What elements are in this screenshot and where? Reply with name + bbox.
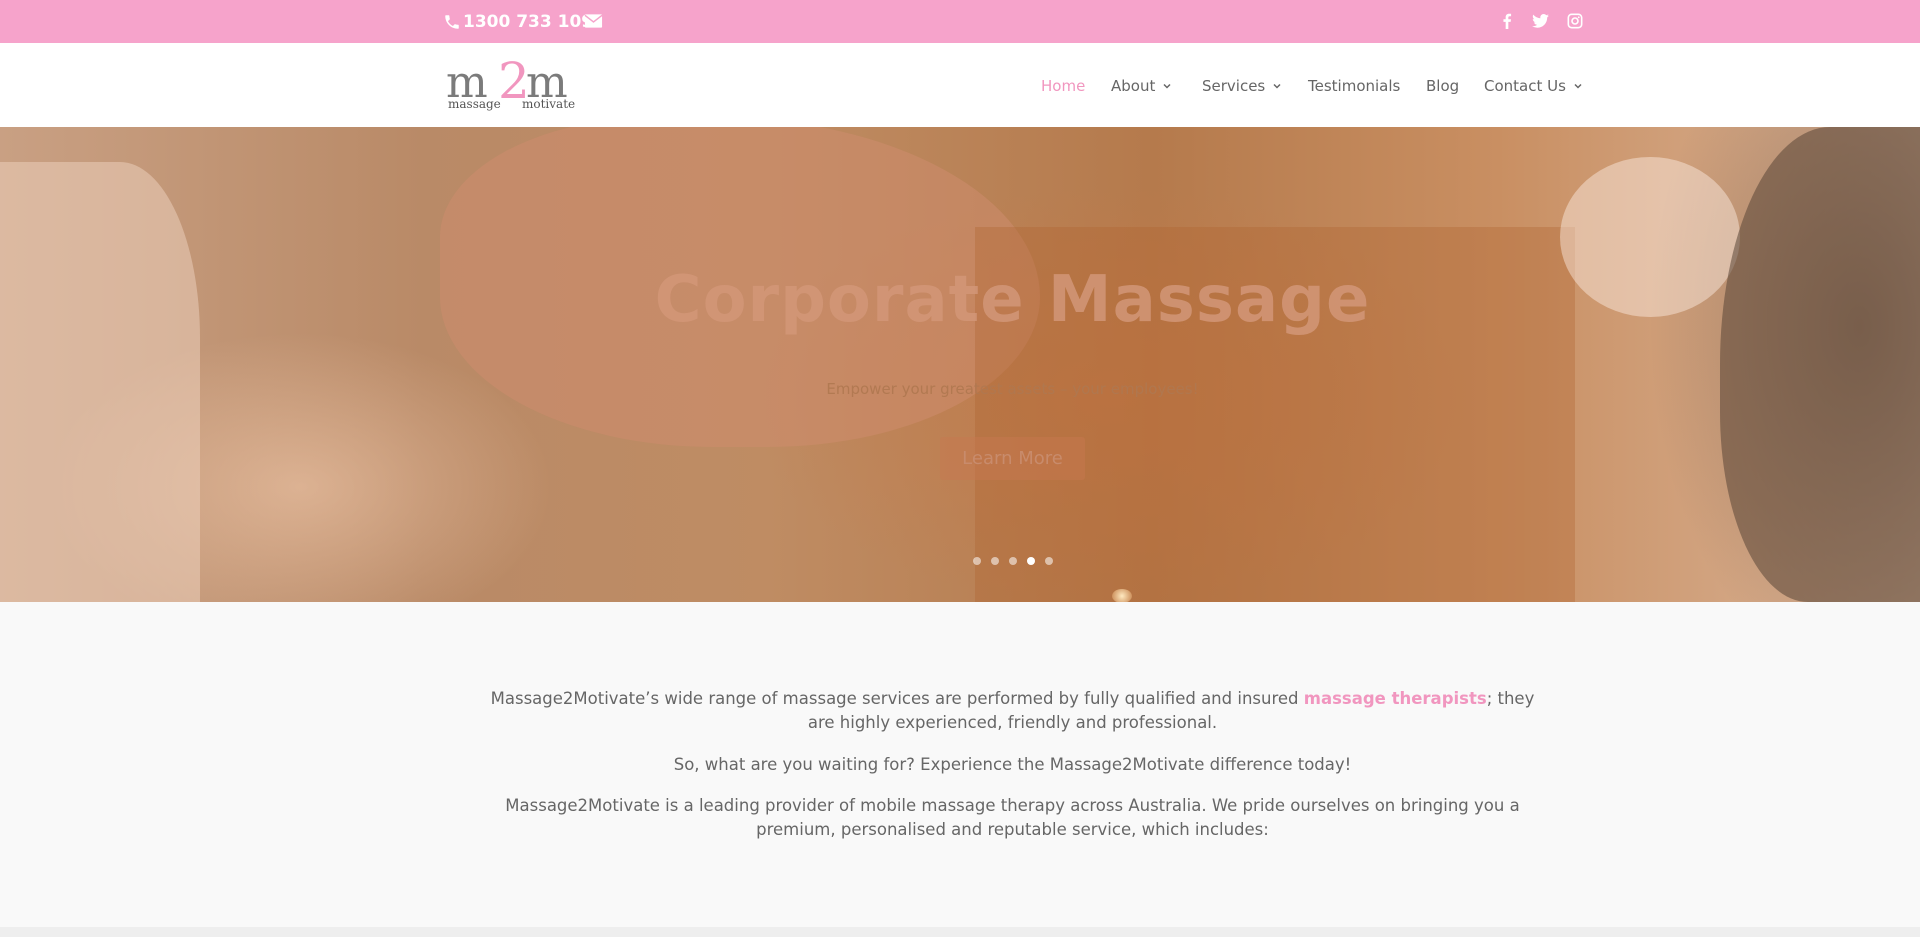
- slider-dot-4[interactable]: [1027, 557, 1035, 565]
- nav-testimonials[interactable]: Testimonials: [1308, 76, 1400, 96]
- nav-blog[interactable]: Blog: [1426, 76, 1459, 96]
- learn-more-button[interactable]: Learn More: [940, 437, 1085, 480]
- hero-subtitle: Empower your greatest assets – your empl…: [826, 380, 1199, 398]
- nav-services[interactable]: Services: [1202, 76, 1282, 96]
- facebook-icon[interactable]: [1497, 11, 1517, 31]
- hero-slider[interactable]: Corporate Massage Empower your greatest …: [0, 127, 1920, 602]
- slider-dot-5[interactable]: [1045, 557, 1053, 565]
- nav-blog-label: Blog: [1426, 77, 1460, 95]
- intro-paragraph-2: So, what are you waiting for? Experience…: [673, 755, 1352, 774]
- site-logo[interactable]: m 2 m massage motivate: [446, 56, 580, 113]
- twitter-icon[interactable]: [1530, 11, 1550, 31]
- hero-image-hair: [1720, 127, 1920, 602]
- slider-dot-3[interactable]: [1009, 557, 1017, 565]
- chevron-down-icon: [1163, 83, 1171, 89]
- intro-paragraph-3: Massage2Motivate is a leading provider o…: [505, 796, 1520, 839]
- slider-dot-2[interactable]: [991, 557, 999, 565]
- logo-word-right: motivate: [522, 97, 576, 111]
- logo-word-left: massage: [448, 97, 501, 111]
- nav-services-label: Services: [1202, 77, 1266, 95]
- section-divider: [0, 927, 1920, 937]
- nav-about-label: About: [1111, 77, 1156, 95]
- nav-contact-us-label: Contact Us: [1484, 77, 1566, 95]
- intro-paragraph-1: Massage2Motivate’s wide range of massage…: [480, 687, 1545, 735]
- phone-icon: [445, 15, 459, 29]
- nav-home-label: Home: [1041, 77, 1086, 95]
- chevron-down-icon: [1273, 83, 1281, 89]
- nav-about[interactable]: About: [1111, 76, 1172, 96]
- chevron-down-icon: [1574, 83, 1582, 89]
- massage-therapists-link[interactable]: massage therapists: [1304, 689, 1487, 708]
- hero-image-candle: [1112, 589, 1132, 602]
- phone-number: 1300 733 109: [463, 12, 594, 32]
- top-bar: 1300 733 109: [0, 0, 1920, 43]
- instagram-icon[interactable]: [1565, 11, 1585, 31]
- hero-title: Corporate Massage: [654, 263, 1371, 337]
- intro-section: Massage2Motivate’s wide range of massage…: [0, 602, 1920, 937]
- intro-text-before-link: Massage2Motivate’s wide range of massage…: [490, 689, 1304, 708]
- nav-testimonials-label: Testimonials: [1308, 77, 1401, 95]
- email-icon[interactable]: [584, 13, 603, 29]
- slider-dot-1[interactable]: [973, 557, 981, 565]
- phone-link[interactable]: 1300 733 109: [443, 11, 593, 33]
- site-header: m 2 m massage motivate Home About Servic…: [0, 43, 1920, 127]
- slider-pagination: [973, 557, 1063, 565]
- nav-contact-us[interactable]: Contact Us: [1484, 76, 1583, 96]
- nav-home[interactable]: Home: [1041, 76, 1085, 96]
